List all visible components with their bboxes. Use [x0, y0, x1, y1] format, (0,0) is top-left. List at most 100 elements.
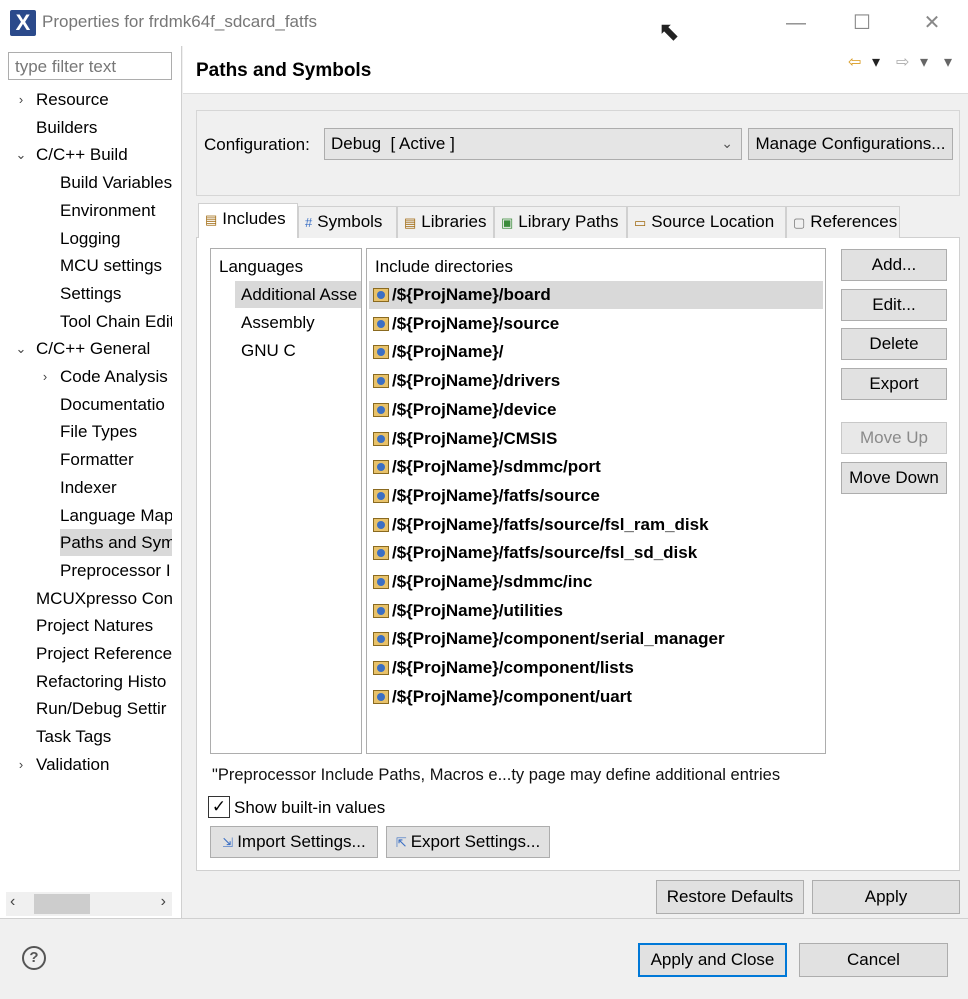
tree-item-label: Tool Chain Edit	[60, 311, 172, 331]
library-icon: ▤	[404, 215, 417, 230]
import-icon: ⇲	[222, 835, 234, 850]
chevron-right-icon[interactable]: ›	[38, 363, 52, 390]
include-path-row[interactable]: /${ProjName}/board	[369, 281, 823, 309]
export-button[interactable]: Export	[841, 368, 947, 400]
configuration-label: Configuration:	[204, 135, 310, 154]
chevron-down-icon[interactable]: ⌄	[14, 335, 28, 362]
tab-references[interactable]: ▢ References	[786, 206, 900, 238]
tree-item[interactable]: Build Variables	[0, 169, 172, 196]
tab-symbols[interactable]: # Symbols	[298, 206, 397, 238]
include-path-row[interactable]: /${ProjName}/device	[369, 396, 823, 424]
tab-libraries[interactable]: ▤ Libraries	[397, 206, 494, 238]
tab-library-paths[interactable]: ▣ Library Paths	[494, 206, 627, 238]
tree-item[interactable]: Builders	[0, 114, 172, 141]
include-path-row[interactable]: /${ProjName}/utilities	[369, 597, 823, 625]
tree-item[interactable]: Preprocessor I	[0, 557, 172, 584]
language-item[interactable]: GNU C	[235, 337, 302, 364]
include-path-row[interactable]: /${ProjName}/fatfs/source	[369, 482, 823, 510]
back-arrow-icon[interactable]: ⇦	[848, 52, 861, 72]
maximize-button[interactable]: ☐	[842, 8, 882, 38]
include-path-row[interactable]: /${ProjName}/	[369, 338, 823, 366]
language-item[interactable]: Assembly	[235, 309, 321, 336]
apply-and-close-button[interactable]: Apply and Close	[638, 943, 787, 977]
tree-item[interactable]: Indexer	[0, 474, 172, 501]
move-up-button[interactable]: Move Up	[841, 422, 947, 454]
tree-item[interactable]: Paths and Sym	[0, 529, 172, 557]
configuration-select[interactable]: Debug [ Active ] ⌄	[324, 128, 742, 160]
tree-item[interactable]: Project Natures	[0, 612, 172, 639]
include-path-row[interactable]: /${ProjName}/sdmmc/inc	[369, 568, 823, 596]
tree-item[interactable]: Logging	[0, 225, 172, 252]
include-folder-icon	[373, 460, 389, 475]
language-item[interactable]: Additional Asse	[235, 281, 361, 308]
tree-item[interactable]: › Resource	[0, 86, 172, 113]
tree-item[interactable]: Formatter	[0, 446, 172, 473]
tree-item[interactable]: File Types	[0, 418, 172, 445]
manage-configurations-button[interactable]: Manage Configurations...	[748, 128, 953, 160]
chevron-right-icon[interactable]: ›	[14, 751, 28, 778]
chevron-right-icon[interactable]: ›	[14, 86, 28, 113]
import-settings-button[interactable]: ⇲ Import Settings...	[210, 826, 378, 858]
tree-item[interactable]: Documentatio	[0, 391, 172, 418]
add-button[interactable]: Add...	[841, 249, 947, 281]
forward-arrow-icon[interactable]: ⇨	[896, 52, 909, 72]
include-folder-icon	[373, 517, 389, 532]
minimize-button[interactable]: —	[776, 8, 816, 38]
tab-includes[interactable]: ▤ Includes	[198, 203, 298, 238]
tab-source-location[interactable]: ▭ Source Location	[627, 206, 786, 238]
include-path-row[interactable]: /${ProjName}/fatfs/source/fsl_ram_disk	[369, 511, 823, 539]
forward-menu-chevron-icon[interactable]: ▾	[920, 52, 928, 72]
include-path-row[interactable]: /${ProjName}/CMSIS	[369, 425, 823, 453]
scroll-left-icon[interactable]: ‹	[10, 893, 15, 911]
close-button[interactable]: ✕	[912, 8, 952, 38]
tree-item-label: Builders	[36, 117, 98, 137]
show-builtin-checkbox[interactable]: ✓	[208, 796, 230, 818]
edit-button[interactable]: Edit...	[841, 289, 947, 321]
tree-item[interactable]: Task Tags	[0, 723, 172, 750]
languages-list[interactable]: Languages Additional Asse Assembly GNU C	[210, 248, 362, 754]
include-path-row[interactable]: /${ProjName}/component/lists	[369, 654, 823, 682]
filter-input[interactable]: type filter text	[8, 52, 172, 80]
tree-item[interactable]: Environment	[0, 197, 172, 224]
tree-item[interactable]: Project References	[0, 640, 172, 667]
include-path-label: /${ProjName}/drivers	[392, 371, 561, 391]
tree-item[interactable]: MCUXpresso Con	[0, 585, 172, 612]
horizontal-scrollbar[interactable]: ‹ ›	[6, 892, 172, 916]
include-path-row[interactable]: /${ProjName}/source	[369, 310, 823, 338]
cancel-button[interactable]: Cancel	[799, 943, 948, 977]
back-menu-chevron-icon[interactable]: ▾	[872, 52, 880, 72]
include-directories-list[interactable]: Include directories /${ProjName}/board /$…	[366, 248, 826, 754]
chevron-down-icon[interactable]: ⌄	[14, 141, 28, 168]
include-path-row[interactable]: /${ProjName}/sdmmc/port	[369, 453, 823, 481]
move-down-button[interactable]: Move Down	[841, 462, 947, 494]
tree-item[interactable]: MCU settings	[0, 252, 172, 279]
tree-item[interactable]: Run/Debug Settir	[0, 695, 172, 722]
scroll-right-icon[interactable]: ›	[161, 893, 166, 911]
tree-item[interactable]: Tool Chain Edit	[0, 308, 172, 335]
include-path-label: /${ProjName}/component/serial_manager	[392, 629, 725, 649]
delete-button[interactable]: Delete	[841, 328, 947, 360]
restore-defaults-button[interactable]: Restore Defaults	[656, 880, 804, 914]
include-path-row[interactable]: /${ProjName}/component/serial_manager	[369, 625, 823, 653]
scrollbar-thumb[interactable]	[34, 894, 90, 914]
tree-item[interactable]: Refactoring Histo	[0, 668, 172, 695]
include-folder-icon	[373, 689, 389, 704]
include-path-label: /${ProjName}/fatfs/source/fsl_ram_disk	[392, 514, 709, 534]
export-settings-button[interactable]: ⇱ Export Settings...	[386, 826, 550, 858]
help-icon[interactable]: ?	[22, 946, 46, 970]
tree-item[interactable]: › Validation	[0, 751, 172, 778]
include-path-row[interactable]: /${ProjName}/drivers	[369, 367, 823, 395]
apply-button[interactable]: Apply	[812, 880, 960, 914]
view-menu-icon[interactable]: ▾	[944, 52, 952, 72]
tree-item[interactable]: › Code Analysis	[0, 363, 172, 390]
include-path-row[interactable]: /${ProjName}/component/uart	[369, 683, 823, 711]
tree-item[interactable]: ⌄ C/C++ General	[0, 335, 172, 362]
preprocessor-note: "Preprocessor Include Paths, Macros e...…	[212, 766, 781, 784]
include-path-row[interactable]: /${ProjName}/fatfs/source/fsl_sd_disk	[369, 539, 823, 567]
tree-item[interactable]: Language Map	[0, 502, 172, 529]
tree-item[interactable]: Settings	[0, 280, 172, 307]
folder-include-icon: ▤	[205, 212, 218, 227]
include-path-label: /${ProjName}/board	[392, 285, 551, 304]
tree-item[interactable]: ⌄ C/C++ Build	[0, 141, 172, 168]
include-path-label: /${ProjName}/CMSIS	[392, 428, 558, 448]
